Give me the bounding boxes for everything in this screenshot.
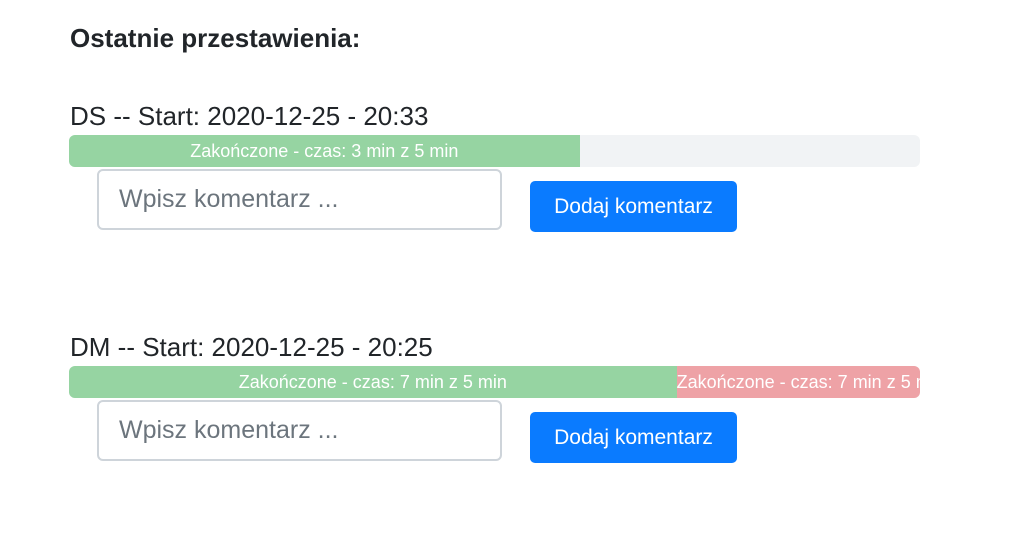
comment-input[interactable] — [97, 169, 502, 230]
progress-bar-success: Zakończone - czas: 7 min z 5 min — [69, 366, 677, 398]
progress-track: Zakończone - czas: 7 min z 5 min Zakończ… — [69, 366, 920, 398]
add-comment-button[interactable]: Dodaj komentarz — [530, 412, 737, 463]
add-comment-button[interactable]: Dodaj komentarz — [530, 181, 737, 232]
progress-bar-success: Zakończone - czas: 3 min z 5 min — [69, 135, 580, 167]
progress-track: Zakończone - czas: 3 min z 5 min — [69, 135, 920, 167]
page: Ostatnie przestawienia: DS -- Start: 202… — [0, 0, 1024, 547]
progress-bar-overtime: Zakończone - czas: 7 min z 5 min — [676, 366, 920, 398]
comment-input[interactable] — [97, 400, 502, 461]
page-heading: Ostatnie przestawienia: — [70, 23, 361, 53]
entry-title: DM -- Start: 2020-12-25 - 20:25 — [70, 332, 433, 362]
entry-title: DS -- Start: 2020-12-25 - 20:33 — [70, 101, 429, 131]
